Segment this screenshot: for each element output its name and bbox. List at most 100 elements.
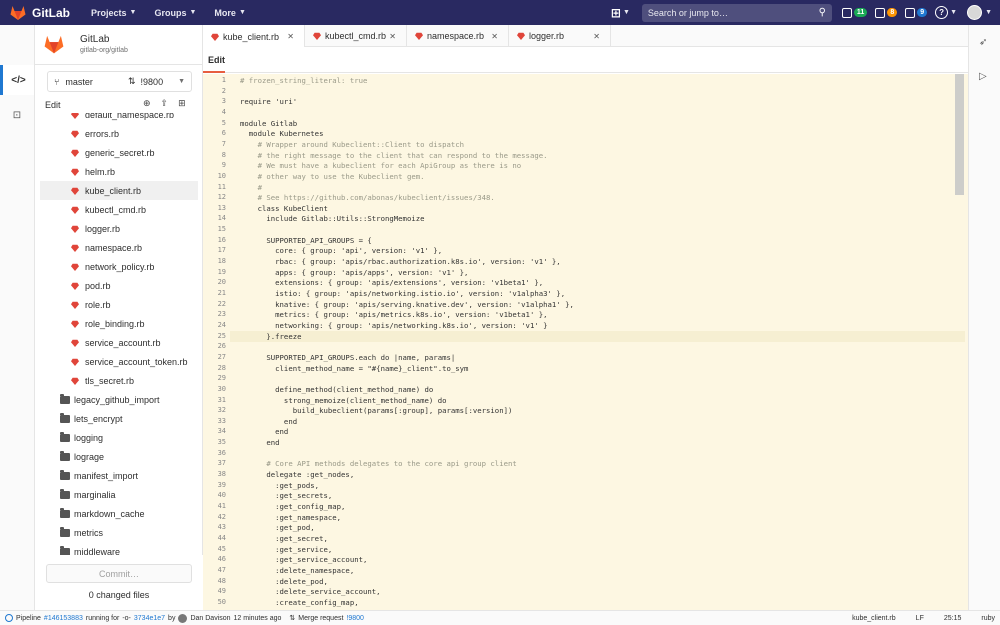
line-number: 18 (217, 257, 226, 266)
nav-groups-label: Groups (154, 7, 187, 18)
pipeline-rocket-icon[interactable]: ➶ (979, 37, 987, 48)
tree-folder-item[interactable]: marginalia (40, 485, 198, 504)
edit-mode-icon[interactable]: </> (0, 65, 34, 95)
tree-folder-item[interactable]: lograge (40, 447, 198, 466)
status-eol: LF (915, 614, 924, 622)
code-line: metrics: { group: 'apis/metrics.k8s.io',… (240, 310, 548, 320)
code-line: class KubeClient (240, 203, 328, 213)
tree-item-label: network_policy.rb (85, 261, 155, 272)
tree-file-item[interactable]: helm.rb (40, 162, 198, 181)
tree-file-item[interactable]: service_account.rb (40, 333, 198, 352)
tree-file-item[interactable]: role.rb (40, 295, 198, 314)
code-line: :delete_service_account, (240, 587, 381, 597)
tree-folder-item[interactable]: manifest_import (40, 466, 198, 485)
tree-folder-item[interactable]: logging (40, 428, 198, 447)
status-bar: Pipeline #146153883 running for -o- 3734… (0, 610, 1000, 625)
nav-projects[interactable]: Projects ▼ (91, 8, 136, 18)
line-number: 17 (217, 246, 226, 255)
line-number: 20 (217, 278, 226, 287)
tree-file-item[interactable]: pod.rb (40, 276, 198, 295)
editor-tab[interactable]: kubectl_cmd.rb ✕ (305, 25, 407, 47)
preview-mode-icon[interactable]: ⊡ (0, 100, 34, 130)
tree-folder-item[interactable]: markdown_cache (40, 504, 198, 523)
line-number: 27 (217, 352, 226, 361)
tree-file-item[interactable]: generic_secret.rb (40, 143, 198, 162)
line-number: 8 (221, 150, 226, 159)
line-number: 13 (217, 203, 226, 212)
merge-requests-counter[interactable]: 8 (875, 7, 898, 18)
commit-time: 12 minutes ago (233, 614, 282, 622)
code-line: :get_namespace, (240, 512, 342, 522)
upload-icon[interactable]: ⇪ (161, 98, 169, 109)
line-number: 28 (217, 363, 226, 372)
tree-file-item[interactable]: service_account_token.rb (40, 352, 198, 371)
tree-file-item[interactable]: role_binding.rb (40, 314, 198, 333)
tree-folder-item[interactable]: metrics (40, 523, 198, 542)
nav-groups[interactable]: Groups ▼ (154, 8, 196, 18)
tree-file-item[interactable]: kube_client.rb (40, 181, 198, 200)
tree-file-item[interactable]: logger.rb (40, 219, 198, 238)
line-number: 29 (217, 374, 226, 383)
nav-projects-label: Projects (91, 7, 127, 18)
tree-file-item[interactable]: tls_secret.rb (40, 371, 198, 390)
tree-item-label: default_namespace.rb (85, 113, 175, 120)
merge-request-link[interactable]: !9800 (346, 615, 364, 622)
nav-more[interactable]: More ▼ (214, 8, 245, 18)
by-text: by (168, 614, 176, 622)
ruby-file-icon (71, 263, 79, 271)
help-icon[interactable]: ? (935, 6, 949, 19)
editor-tab[interactable]: logger.rb ✕ (509, 25, 611, 47)
tree-folder-item[interactable]: lets_encrypt (40, 409, 198, 428)
line-number: 19 (217, 267, 226, 276)
tree-file-item[interactable]: default_namespace.rb (40, 113, 198, 124)
code-line: :get_service, (240, 544, 333, 554)
editor-tab[interactable]: kube_client.rb ✕ (203, 25, 305, 48)
tree-file-item[interactable]: network_policy.rb (40, 257, 198, 276)
author-name: Dan Davison (190, 614, 231, 622)
line-number: 24 (217, 320, 226, 329)
code-line: include Gitlab::Utils::StrongMemoize (240, 214, 425, 224)
code-editor[interactable]: 1 2 3 4 5 6 7 8 9 10 11 12 13 14 15 16 17 18 19 20 21 22 23 24 2… (203, 74, 968, 610)
line-number: 48 (217, 576, 226, 585)
merge-request-prefix: Merge request (298, 614, 344, 622)
line-number: 33 (217, 416, 226, 425)
folder-icon (60, 469, 70, 480)
ruby-file-icon (71, 377, 79, 385)
merge-requests-badge: 8 (887, 8, 898, 17)
project-logo-icon (44, 35, 64, 54)
editor-tab[interactable]: namespace.rb ✕ (407, 25, 509, 47)
issues-counter[interactable]: 11 (841, 7, 868, 18)
todos-badge: 9 (917, 8, 928, 17)
code-line: :delete_pod, (240, 576, 328, 586)
edit-mode-tab[interactable]: Edit (208, 55, 225, 65)
tree-file-item[interactable]: kubectl_cmd.rb (40, 200, 198, 219)
user-avatar[interactable] (967, 5, 983, 20)
branch-selector[interactable]: ⑂ master ⇅ !9800 ▼ (47, 71, 192, 92)
commit-button[interactable]: Commit… (46, 564, 192, 583)
close-icon[interactable]: ✕ (389, 32, 396, 41)
close-icon[interactable]: ✕ (491, 32, 498, 41)
tree-folder-item[interactable]: legacy_github_import (40, 390, 198, 409)
code-line: # Wrapper around Kubeclient::Client to d… (240, 139, 465, 149)
editor-scrollbar[interactable] (955, 74, 964, 195)
search-input[interactable]: Search or jump to… ⚲ (641, 3, 832, 22)
merge-request-icon (875, 7, 886, 18)
tree-file-item[interactable]: namespace.rb (40, 238, 198, 257)
line-number: 42 (217, 512, 226, 521)
new-item-plus-icon[interactable]: ⊞ (611, 6, 621, 20)
close-icon[interactable]: ✕ (593, 32, 600, 41)
expand-panel-icon[interactable]: ▷ (979, 71, 987, 82)
todos-counter[interactable]: 9 (905, 7, 928, 18)
new-file-icon[interactable]: ⊕ (143, 98, 151, 109)
close-icon[interactable]: ✕ (287, 32, 294, 41)
tree-file-item[interactable]: errors.rb (40, 124, 198, 143)
tree-item-label: kube_client.rb (85, 185, 142, 196)
chevron-down-icon: ▼ (950, 9, 958, 16)
commit-link[interactable]: 3734e1e7 (134, 615, 165, 622)
pipeline-link[interactable]: #146153883 (44, 615, 83, 622)
gitlab-home-link[interactable]: GitLab (10, 0, 70, 25)
project-header[interactable]: GitLab gitlab-org/gitlab (35, 25, 203, 65)
new-directory-icon[interactable]: ⊞ (178, 98, 186, 109)
code-line: knative: { group: 'apis/serving.knative.… (240, 299, 574, 309)
editor-tab-label: kube_client.rb (223, 31, 280, 42)
